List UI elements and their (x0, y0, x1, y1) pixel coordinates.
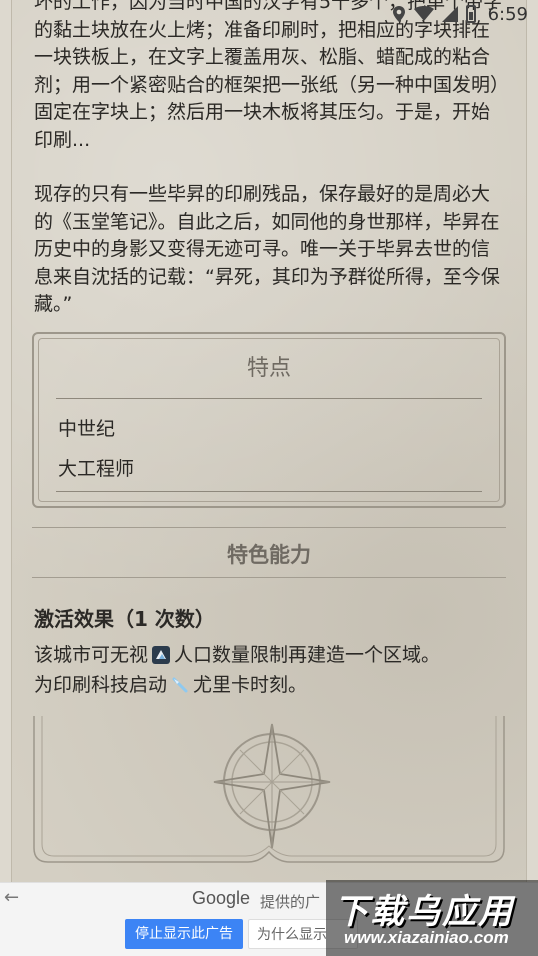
google-logo: Google (192, 888, 251, 908)
description-paragraph: 现存的只有一些毕昇的印刷残品，保存最好的是周必大的《玉堂笔记》。自此之后，如同他… (34, 183, 500, 315)
watermark-text: 下载乌应用 (334, 892, 514, 932)
ability-text: 该城市可无视 (34, 644, 149, 666)
location-icon (392, 6, 405, 22)
stop-showing-ad-button[interactable]: 停止显示此广告 (125, 919, 243, 949)
battery-icon (465, 5, 476, 23)
divider (56, 398, 482, 399)
compass-icon (213, 723, 331, 849)
ability-description: 该城市可无视 人口数量限制再建造一个区域。 (34, 640, 440, 667)
ability-text: 尤里卡时刻。 (193, 674, 308, 696)
back-arrow-icon[interactable]: ← (4, 887, 19, 908)
watermark-url: www.xiazainiao.com (344, 928, 509, 947)
divider (56, 491, 482, 492)
trait-item: 大工程师 (58, 458, 135, 480)
ability-text: 为印刷科技启动 (34, 674, 168, 696)
eureka-icon (172, 677, 188, 693)
civilopedia-page[interactable]: 坏的工作，因为当时中国的汉字有5千多个，把单个带字的黏土块放在火上烤；准备印刷时… (12, 0, 526, 882)
district-icon (152, 646, 171, 664)
watermark-logo: 下载乌应用 www.xiazainiao.com (326, 880, 538, 956)
traits-card: 特点 中世纪 大工程师 (32, 332, 506, 508)
status-time: 6:59 (487, 3, 528, 25)
signal-icon (441, 6, 458, 22)
abilities-title: 特色能力 (227, 543, 311, 567)
ability-description: 为印刷科技启动 尤里卡时刻。 (34, 670, 307, 697)
divider (32, 527, 506, 528)
divider (32, 577, 506, 578)
status-icons: 6:59 (392, 3, 528, 25)
trait-item: 中世纪 (58, 418, 116, 440)
ability-name: 激活效果（1 次数） (34, 607, 215, 631)
status-bar: 6:59 (0, 0, 538, 28)
ability-text: 人口数量限制再建造一个区域。 (174, 644, 441, 666)
traits-title: 特点 (246, 356, 291, 381)
wifi-icon (413, 6, 434, 21)
ad-provided-text: 提供的广 (260, 893, 321, 911)
